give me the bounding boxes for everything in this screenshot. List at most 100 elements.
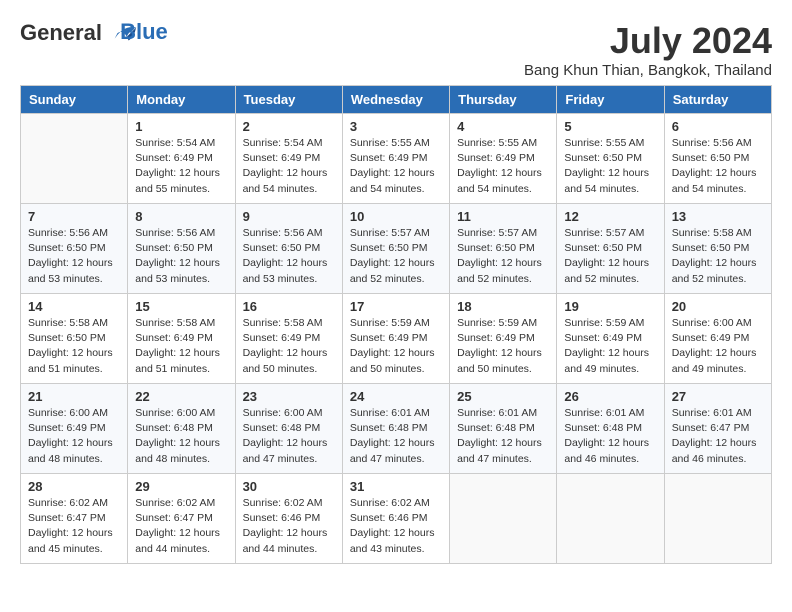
weekday-header-monday: Monday bbox=[128, 86, 235, 114]
calendar-cell: 8Sunrise: 5:56 AM Sunset: 6:50 PM Daylig… bbox=[128, 204, 235, 294]
day-detail: Sunrise: 6:00 AM Sunset: 6:49 PM Dayligh… bbox=[672, 316, 764, 377]
day-number: 22 bbox=[135, 389, 227, 404]
calendar-cell: 14Sunrise: 5:58 AM Sunset: 6:50 PM Dayli… bbox=[21, 294, 128, 384]
weekday-header-saturday: Saturday bbox=[664, 86, 771, 114]
day-number: 19 bbox=[564, 299, 656, 314]
weekday-header-friday: Friday bbox=[557, 86, 664, 114]
day-detail: Sunrise: 5:58 AM Sunset: 6:50 PM Dayligh… bbox=[28, 316, 120, 377]
day-number: 12 bbox=[564, 209, 656, 224]
day-number: 21 bbox=[28, 389, 120, 404]
day-number: 30 bbox=[243, 479, 335, 494]
weekday-header-tuesday: Tuesday bbox=[235, 86, 342, 114]
calendar-cell: 9 Sunrise: 5:56 AM Sunset: 6:50 PM Daylig… bbox=[235, 204, 342, 294]
day-detail: Sunrise: 5:58 AM Sunset: 6:50 PM Dayligh… bbox=[672, 226, 764, 287]
day-detail: Sunrise: 6:00 AM Sunset: 6:49 PM Dayligh… bbox=[28, 406, 120, 467]
calendar-cell: 5 Sunrise: 5:55 AM Sunset: 6:50 PM Daylig… bbox=[557, 114, 664, 204]
calendar-cell bbox=[557, 474, 664, 564]
calendar-week-row: 21 Sunrise: 6:00 AM Sunset: 6:49 PM Dayli… bbox=[21, 384, 772, 474]
day-number: 2 bbox=[243, 119, 335, 134]
day-detail: Sunrise: 6:02 AM Sunset: 6:47 PM Dayligh… bbox=[135, 496, 227, 557]
calendar-cell bbox=[664, 474, 771, 564]
calendar-cell: 2 Sunrise: 5:54 AM Sunset: 6:49 PM Daylig… bbox=[235, 114, 342, 204]
day-number: 24 bbox=[350, 389, 442, 404]
calendar-week-row: 14Sunrise: 5:58 AM Sunset: 6:50 PM Dayli… bbox=[21, 294, 772, 384]
calendar-cell: 11 Sunrise: 5:57 AM Sunset: 6:50 PM Dayli… bbox=[450, 204, 557, 294]
calendar-cell: 19Sunrise: 5:59 AM Sunset: 6:49 PM Dayli… bbox=[557, 294, 664, 384]
calendar-cell bbox=[21, 114, 128, 204]
calendar-cell: 17 Sunrise: 5:59 AM Sunset: 6:49 PM Dayli… bbox=[342, 294, 449, 384]
logo-blue: Blue bbox=[120, 20, 168, 44]
calendar-cell: 26Sunrise: 6:01 AM Sunset: 6:48 PM Dayli… bbox=[557, 384, 664, 474]
calendar-cell: 3 Sunrise: 5:55 AM Sunset: 6:49 PM Daylig… bbox=[342, 114, 449, 204]
calendar-week-row: 28Sunrise: 6:02 AM Sunset: 6:47 PM Dayli… bbox=[21, 474, 772, 564]
calendar-cell: 4 Sunrise: 5:55 AM Sunset: 6:49 PM Daylig… bbox=[450, 114, 557, 204]
logo-general: General bbox=[20, 20, 102, 45]
day-number: 10 bbox=[350, 209, 442, 224]
day-detail: Sunrise: 6:02 AM Sunset: 6:46 PM Dayligh… bbox=[243, 496, 335, 557]
day-detail: Sunrise: 6:00 AM Sunset: 6:48 PM Dayligh… bbox=[135, 406, 227, 467]
day-detail: Sunrise: 5:57 AM Sunset: 6:50 PM Dayligh… bbox=[457, 226, 549, 287]
day-number: 7 bbox=[28, 209, 120, 224]
calendar-cell: 6 Sunrise: 5:56 AM Sunset: 6:50 PM Daylig… bbox=[664, 114, 771, 204]
calendar-cell: 25 Sunrise: 6:01 AM Sunset: 6:48 PM Dayli… bbox=[450, 384, 557, 474]
calendar-body: 1Sunrise: 5:54 AM Sunset: 6:49 PM Daylig… bbox=[21, 114, 772, 564]
calendar-cell: 27 Sunrise: 6:01 AM Sunset: 6:47 PM Dayli… bbox=[664, 384, 771, 474]
calendar-cell: 16 Sunrise: 5:58 AM Sunset: 6:49 PM Dayli… bbox=[235, 294, 342, 384]
calendar-cell: 12Sunrise: 5:57 AM Sunset: 6:50 PM Dayli… bbox=[557, 204, 664, 294]
calendar-cell: 28Sunrise: 6:02 AM Sunset: 6:47 PM Dayli… bbox=[21, 474, 128, 564]
calendar-cell: 13 Sunrise: 5:58 AM Sunset: 6:50 PM Dayli… bbox=[664, 204, 771, 294]
day-detail: Sunrise: 6:00 AM Sunset: 6:48 PM Dayligh… bbox=[243, 406, 335, 467]
calendar-cell: 22 Sunrise: 6:00 AM Sunset: 6:48 PM Dayli… bbox=[128, 384, 235, 474]
day-detail: Sunrise: 5:57 AM Sunset: 6:50 PM Dayligh… bbox=[350, 226, 442, 287]
day-number: 4 bbox=[457, 119, 549, 134]
day-number: 18 bbox=[457, 299, 549, 314]
day-number: 13 bbox=[672, 209, 764, 224]
day-detail: Sunrise: 5:58 AM Sunset: 6:49 PM Dayligh… bbox=[135, 316, 227, 377]
calendar-cell: 7 Sunrise: 5:56 AM Sunset: 6:50 PM Daylig… bbox=[21, 204, 128, 294]
day-number: 23 bbox=[243, 389, 335, 404]
calendar-cell: 23 Sunrise: 6:00 AM Sunset: 6:48 PM Dayli… bbox=[235, 384, 342, 474]
day-detail: Sunrise: 5:54 AM Sunset: 6:49 PM Dayligh… bbox=[243, 136, 335, 197]
day-detail: Sunrise: 5:58 AM Sunset: 6:49 PM Dayligh… bbox=[243, 316, 335, 377]
weekday-header-sunday: Sunday bbox=[21, 86, 128, 114]
day-detail: Sunrise: 5:55 AM Sunset: 6:49 PM Dayligh… bbox=[457, 136, 549, 197]
calendar-cell: 21 Sunrise: 6:00 AM Sunset: 6:49 PM Dayli… bbox=[21, 384, 128, 474]
day-detail: Sunrise: 6:01 AM Sunset: 6:48 PM Dayligh… bbox=[350, 406, 442, 467]
day-detail: Sunrise: 5:54 AM Sunset: 6:49 PM Dayligh… bbox=[135, 136, 227, 197]
day-number: 11 bbox=[457, 209, 549, 224]
day-number: 17 bbox=[350, 299, 442, 314]
weekday-header-row: SundayMondayTuesdayWednesdayThursdayFrid… bbox=[21, 86, 772, 114]
day-number: 5 bbox=[564, 119, 656, 134]
day-detail: Sunrise: 6:01 AM Sunset: 6:48 PM Dayligh… bbox=[564, 406, 656, 467]
day-detail: Sunrise: 5:56 AM Sunset: 6:50 PM Dayligh… bbox=[243, 226, 335, 287]
day-detail: Sunrise: 6:01 AM Sunset: 6:48 PM Dayligh… bbox=[457, 406, 549, 467]
day-detail: Sunrise: 5:59 AM Sunset: 6:49 PM Dayligh… bbox=[457, 316, 549, 377]
day-detail: Sunrise: 5:56 AM Sunset: 6:50 PM Dayligh… bbox=[28, 226, 120, 287]
calendar-cell: 31Sunrise: 6:02 AM Sunset: 6:46 PM Dayli… bbox=[342, 474, 449, 564]
calendar-table: SundayMondayTuesdayWednesdayThursdayFrid… bbox=[20, 85, 772, 564]
calendar-cell: 20 Sunrise: 6:00 AM Sunset: 6:49 PM Dayli… bbox=[664, 294, 771, 384]
day-detail: Sunrise: 5:56 AM Sunset: 6:50 PM Dayligh… bbox=[672, 136, 764, 197]
calendar-cell: 29 Sunrise: 6:02 AM Sunset: 6:47 PM Dayli… bbox=[128, 474, 235, 564]
day-detail: Sunrise: 5:56 AM Sunset: 6:50 PM Dayligh… bbox=[135, 226, 227, 287]
day-number: 29 bbox=[135, 479, 227, 494]
day-detail: Sunrise: 6:01 AM Sunset: 6:47 PM Dayligh… bbox=[672, 406, 764, 467]
day-number: 27 bbox=[672, 389, 764, 404]
day-detail: Sunrise: 5:55 AM Sunset: 6:49 PM Dayligh… bbox=[350, 136, 442, 197]
page-header: General Blue July 2024 Bang Khun Thian, … bbox=[20, 20, 772, 79]
day-number: 15 bbox=[135, 299, 227, 314]
day-number: 3 bbox=[350, 119, 442, 134]
day-number: 20 bbox=[672, 299, 764, 314]
day-number: 16 bbox=[243, 299, 335, 314]
location-subtitle: Bang Khun Thian, Bangkok, Thailand bbox=[524, 62, 772, 79]
day-number: 25 bbox=[457, 389, 549, 404]
calendar-cell: 18 Sunrise: 5:59 AM Sunset: 6:49 PM Dayli… bbox=[450, 294, 557, 384]
month-year-title: July 2024 bbox=[524, 20, 772, 62]
calendar-cell: 1Sunrise: 5:54 AM Sunset: 6:49 PM Daylig… bbox=[128, 114, 235, 204]
day-number: 6 bbox=[672, 119, 764, 134]
day-number: 9 bbox=[243, 209, 335, 224]
day-detail: Sunrise: 5:55 AM Sunset: 6:50 PM Dayligh… bbox=[564, 136, 656, 197]
calendar-cell: 10 Sunrise: 5:57 AM Sunset: 6:50 PM Dayli… bbox=[342, 204, 449, 294]
title-section: July 2024 Bang Khun Thian, Bangkok, Thai… bbox=[524, 20, 772, 79]
day-detail: Sunrise: 5:59 AM Sunset: 6:49 PM Dayligh… bbox=[350, 316, 442, 377]
